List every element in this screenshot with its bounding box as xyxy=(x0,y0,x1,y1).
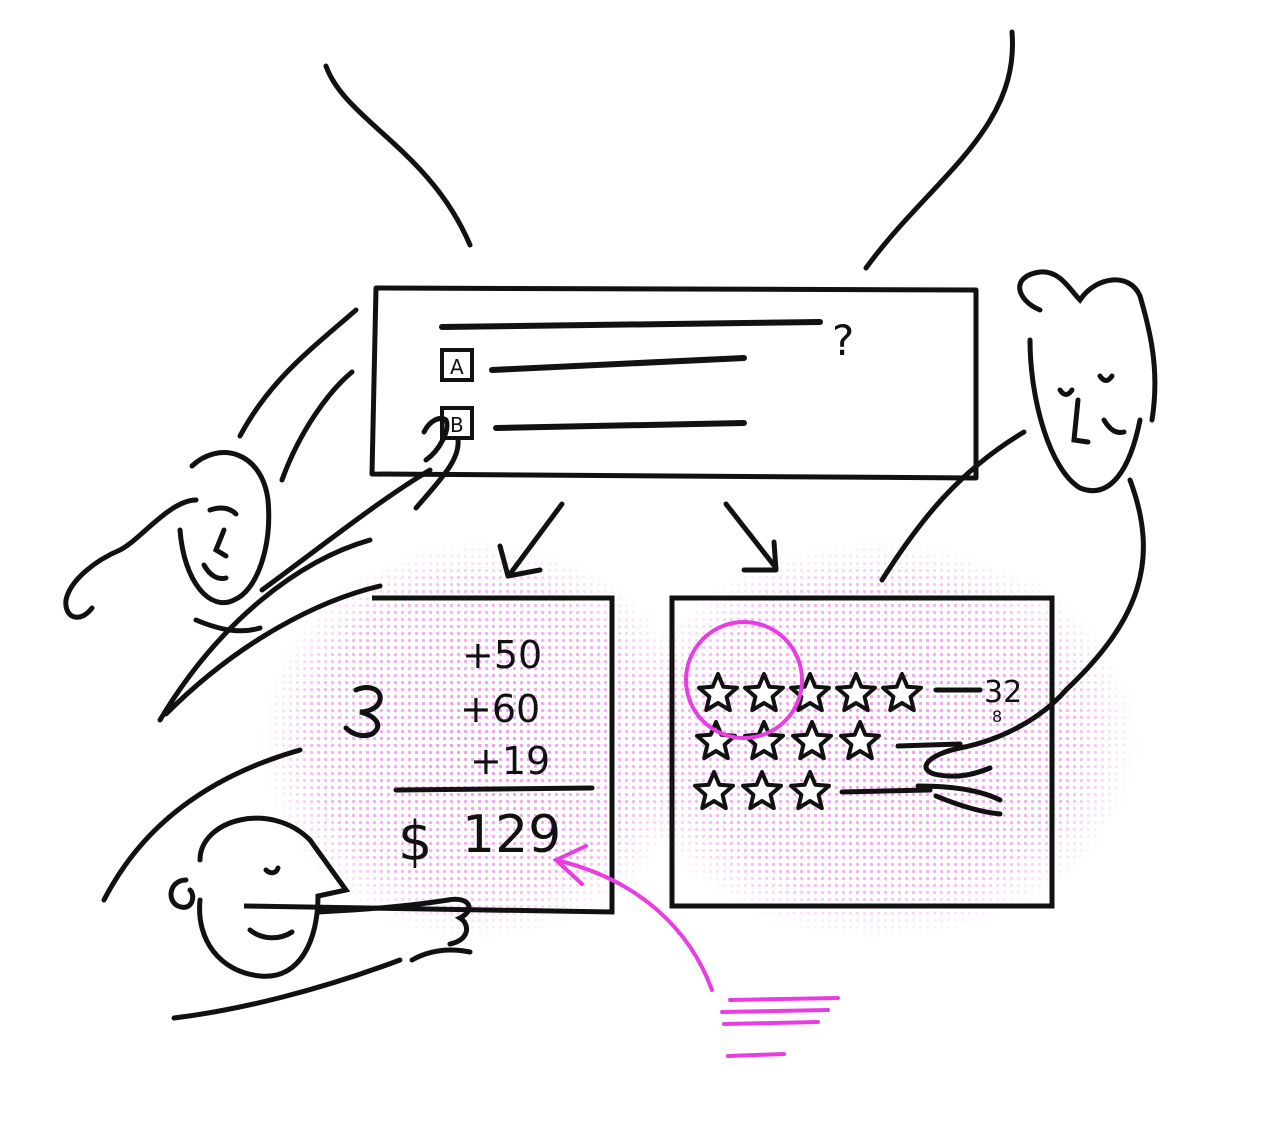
calc-total: 129 xyxy=(462,805,561,865)
option-b-label: B xyxy=(450,413,464,437)
illustration-canvas: ? A B +50 +60 +19 $ 129 32 8 xyxy=(63,29,1158,1058)
calc-line-1: +50 xyxy=(462,633,542,677)
pink-scribble xyxy=(720,996,840,1058)
calc-line-3: +19 xyxy=(470,739,550,783)
top-row-count: 32 xyxy=(984,675,1022,710)
question-card: ? A B xyxy=(369,285,979,481)
calc-line-2: +60 xyxy=(460,687,540,731)
question-mark: ? xyxy=(832,316,854,365)
top-right-stroke xyxy=(863,29,1015,271)
top-left-stroke xyxy=(323,63,473,248)
option-a-label: A xyxy=(450,355,464,379)
currency-symbol: $ xyxy=(398,810,432,873)
halftone-glow xyxy=(240,540,1140,960)
second-row-count: 8 xyxy=(992,707,1002,726)
